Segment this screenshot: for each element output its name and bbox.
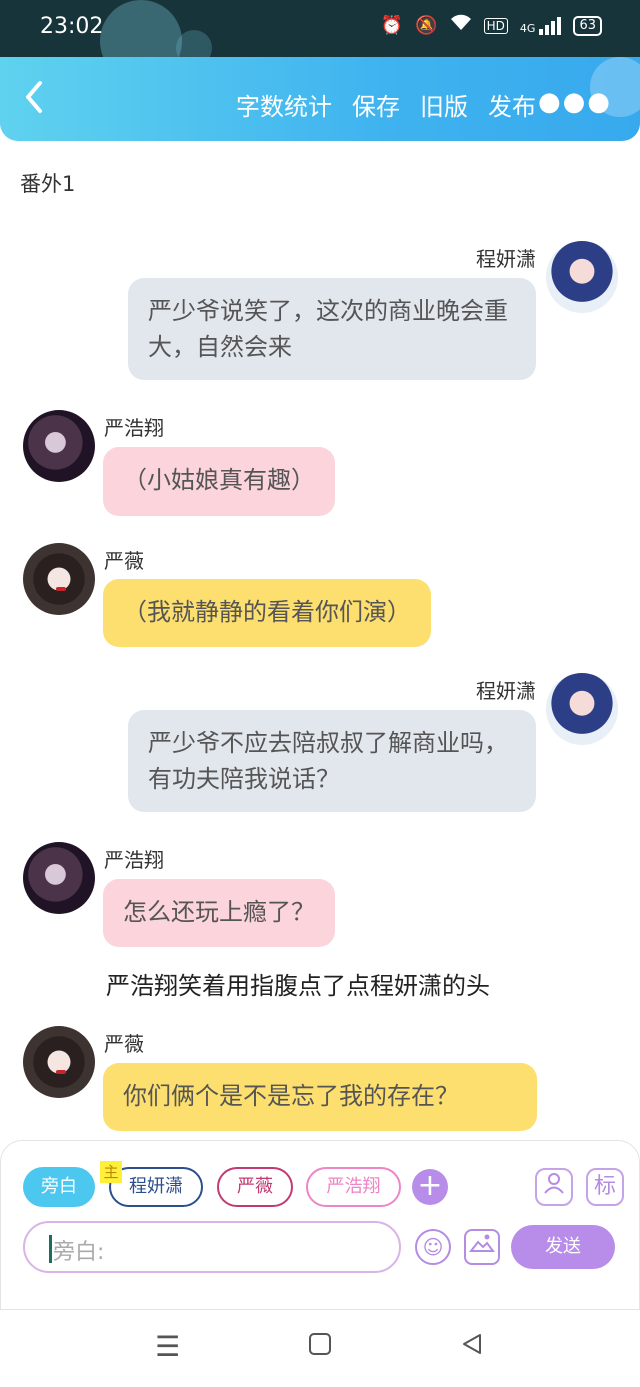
old-version-button[interactable]: 旧版: [420, 87, 468, 122]
clock: 23:02: [40, 14, 104, 39]
role-chip-narrator[interactable]: 旁白: [23, 1167, 95, 1207]
message-bubble[interactable]: 严少爷说笑了，这次的商业晚会重大，自然会来: [128, 278, 536, 380]
alarm-icon: ⏰: [380, 15, 404, 36]
plus-icon[interactable]: +: [412, 1169, 448, 1205]
chapter-title: 番外1: [20, 172, 76, 196]
role-chip-yan-haoxiang[interactable]: 严浩翔: [306, 1167, 401, 1207]
avatar-yan-haoxiang[interactable]: [23, 410, 95, 482]
network-label: 4G: [519, 21, 536, 35]
text-caret: [49, 1235, 52, 1263]
speaker-name: 严浩翔: [104, 416, 164, 440]
more-dots-icon[interactable]: ●●●: [538, 87, 612, 117]
smiley-icon[interactable]: ☺: [415, 1229, 451, 1265]
avatar-yan-haoxiang[interactable]: [23, 842, 95, 914]
narration-line[interactable]: 严浩翔笑着用指腹点了点程妍潇的头: [106, 966, 490, 1001]
home-square-icon[interactable]: [308, 1330, 332, 1363]
avatar-cheng-yanxiao[interactable]: [546, 673, 618, 745]
signal-bar-3: [551, 20, 556, 35]
signal-bar-4: [557, 16, 562, 35]
battery-indicator: 63: [573, 15, 602, 36]
message-bubble[interactable]: 怎么还玩上瘾了？: [103, 879, 335, 947]
status-bar: 23:02 ⏰ 🔕 HD 4G 63: [0, 0, 640, 57]
toolbar-actions: 字数统计 保存 旧版 发布: [236, 87, 536, 122]
publish-button[interactable]: 发布: [488, 87, 536, 122]
speaker-name: 严薇: [104, 549, 144, 573]
role-chip-yan-wei[interactable]: 严薇: [217, 1167, 293, 1207]
decorative-bubble: [176, 30, 212, 57]
message-bubble[interactable]: （小姑娘真有趣）: [103, 447, 335, 516]
avatar-yan-wei[interactable]: [23, 1026, 95, 1098]
role-chip-cheng-yanxiao[interactable]: 程妍潇: [109, 1167, 203, 1207]
avatar-cheng-yanxiao[interactable]: [546, 241, 618, 313]
message-bubble[interactable]: 你们俩个是不是忘了我的存在？: [103, 1063, 537, 1131]
status-icons: ⏰ 🔕 HD 4G 63: [381, 14, 602, 37]
decorative-bubble: [100, 0, 182, 57]
speaker-name: 严薇: [104, 1032, 144, 1056]
message-bubble[interactable]: 严少爷不应去陪叔叔了解商业吗，有功夫陪我说话？: [128, 710, 536, 812]
composer-panel: 旁白 程妍潇 主 严薇 严浩翔 + 标 旁白: ☺ 发送: [0, 1140, 640, 1310]
system-nav-bar: ☰: [0, 1310, 640, 1387]
editor-toolbar: 字数统计 保存 旧版 发布 ●●●: [0, 57, 640, 141]
chevron-left-icon[interactable]: [22, 79, 52, 119]
image-icon[interactable]: [464, 1229, 500, 1265]
person-card-icon[interactable]: [535, 1168, 573, 1206]
message-bubble[interactable]: （我就静静的看着你们演）: [103, 579, 431, 647]
signal-4g-icon: 4G: [519, 16, 562, 35]
tag-button[interactable]: 标: [586, 1168, 624, 1206]
save-button[interactable]: 保存: [352, 87, 400, 122]
input-placeholder: 旁白:: [53, 1240, 105, 1265]
signal-bar-2: [545, 24, 550, 35]
back-triangle-icon[interactable]: [460, 1330, 484, 1363]
send-button[interactable]: 发送: [511, 1225, 615, 1269]
speaker-name: 程妍潇: [476, 679, 536, 703]
main-role-badge: 主: [100, 1161, 122, 1183]
wifi-icon: [450, 14, 472, 37]
avatar-yan-wei[interactable]: [23, 543, 95, 615]
menu-icon[interactable]: ☰: [155, 1330, 180, 1363]
hd-icon: HD: [483, 17, 508, 34]
message-input[interactable]: 旁白:: [23, 1221, 401, 1273]
mute-bell-icon: 🔕: [415, 15, 438, 36]
speaker-name: 严浩翔: [104, 848, 164, 872]
signal-bar-1: [539, 28, 544, 35]
word-count-button[interactable]: 字数统计: [236, 87, 332, 122]
speaker-name: 程妍潇: [476, 247, 536, 271]
